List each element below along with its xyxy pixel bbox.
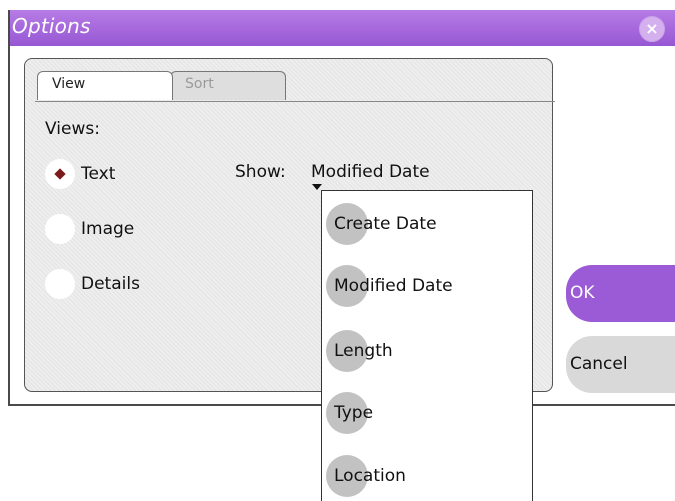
dialog-title: Options: [12, 14, 91, 38]
ok-button[interactable]: OK: [566, 265, 675, 322]
dropdown-option-create-date[interactable]: Create Date: [322, 197, 532, 249]
option-label: Create Date: [334, 214, 437, 234]
cancel-button[interactable]: Cancel: [566, 336, 675, 393]
radio-details-label[interactable]: Details: [81, 274, 140, 294]
ok-button-label: OK: [570, 283, 595, 303]
tab-sort[interactable]: Sort: [170, 71, 286, 100]
radio-details[interactable]: [45, 269, 75, 299]
radio-text-label[interactable]: Text: [81, 164, 115, 184]
tab-view[interactable]: View: [37, 71, 173, 100]
close-button[interactable]: ×: [639, 16, 665, 42]
close-icon: ×: [645, 19, 659, 38]
show-select[interactable]: Modified Date: [311, 162, 430, 182]
cancel-button-label: Cancel: [570, 354, 628, 374]
radio-image[interactable]: [45, 214, 75, 244]
views-heading: Views:: [45, 119, 100, 139]
radio-text[interactable]: [45, 159, 75, 189]
show-label: Show:: [235, 162, 286, 182]
radio-selected-dot: [54, 168, 66, 180]
tab-divider: [35, 101, 555, 102]
radio-image-label[interactable]: Image: [81, 219, 134, 239]
dropdown-option-length[interactable]: Length: [322, 324, 532, 376]
dropdown-option-type[interactable]: Type: [322, 386, 532, 438]
option-label: Length: [334, 341, 393, 361]
tab-sort-label: Sort: [185, 76, 214, 92]
dropdown-option-location[interactable]: Location: [322, 449, 532, 501]
show-dropdown-list: Create Date Modified Date Length Type Lo…: [321, 190, 533, 501]
dropdown-option-modified-date[interactable]: Modified Date: [322, 259, 532, 311]
title-bar: Options ×: [10, 10, 675, 46]
option-label: Location: [334, 466, 406, 486]
option-label: Type: [334, 403, 374, 423]
option-label: Modified Date: [334, 276, 453, 296]
tab-view-label: View: [52, 76, 86, 92]
